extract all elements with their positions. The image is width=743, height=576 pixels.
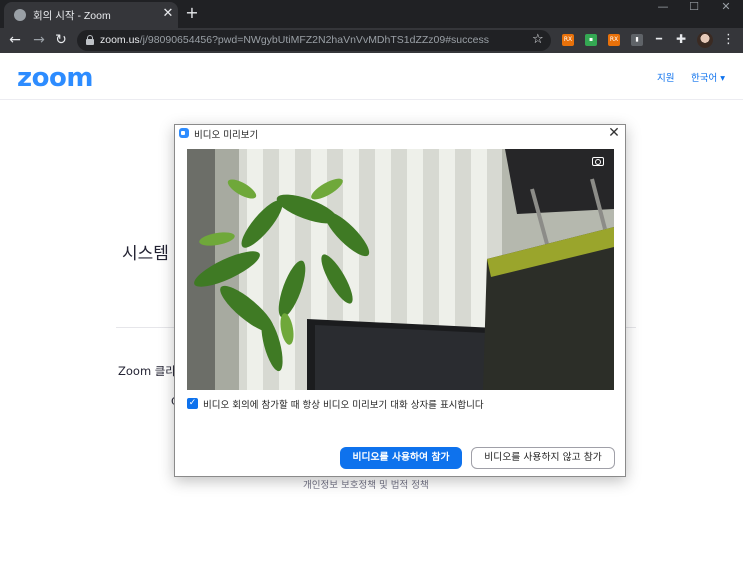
back-arrow-icon[interactable]: ←	[7, 32, 23, 48]
reload-icon[interactable]: ↻	[53, 32, 69, 48]
zoom-logo[interactable]: zoom	[17, 63, 93, 93]
tab-title: 회의 시작 - Zoom	[33, 10, 111, 22]
extensions-puzzle-icon[interactable]: ✚	[676, 32, 686, 46]
browser-tab-bar: 회의 시작 - Zoom ✕ + — ☐ ✕	[0, 0, 743, 28]
extension-rx-icon[interactable]: RX	[562, 34, 574, 46]
url-text[interactable]: zoom.us/j/98090654456?pwd=NWgybUtiMFZ2N2…	[100, 34, 489, 46]
bookmark-star-icon[interactable]: ☆	[532, 32, 544, 47]
join-with-video-button[interactable]: 비디오를 사용하여 참가	[340, 447, 462, 469]
page-text-fragment: Zoom 클라	[118, 364, 176, 378]
switch-camera-icon[interactable]	[592, 157, 604, 166]
tab-close-icon[interactable]: ✕	[160, 6, 176, 22]
video-preview-dialog: 비디오 미리보기 ✕ ✓ 비디오 회의에 참가할 때 항상 비디오 미리보기 대…	[174, 124, 626, 477]
maximize-icon[interactable]: ☐	[678, 0, 710, 16]
browser-toolbar: ← → ↻ zoom.us/j/98090654456?pwd=NWgybUti…	[0, 28, 743, 53]
camera-preview	[187, 149, 614, 390]
globe-icon	[14, 9, 26, 21]
page-heading-fragment: 시스템	[122, 244, 169, 264]
forward-arrow-icon[interactable]: →	[31, 32, 47, 48]
profile-avatar[interactable]	[697, 32, 713, 48]
minimize-icon[interactable]: —	[647, 0, 679, 16]
zoom-app-icon	[179, 128, 189, 138]
new-tab-button[interactable]: +	[184, 5, 200, 21]
lock-icon[interactable]	[86, 35, 94, 45]
privacy-footer-link[interactable]: 개인정보 보호정책 및 법적 정책	[303, 477, 429, 491]
more-menu-icon[interactable]: ⋮	[722, 32, 735, 48]
extension-gray-icon[interactable]: ▮	[631, 34, 643, 46]
extension-green-icon[interactable]: ▪	[585, 34, 597, 46]
browser-tab[interactable]: 회의 시작 - Zoom ✕	[4, 2, 178, 28]
extension-rx2-icon[interactable]: RX	[608, 34, 620, 46]
join-without-video-button[interactable]: 비디오를 사용하지 않고 참가	[471, 447, 615, 469]
window-close-icon[interactable]: ✕	[710, 0, 742, 16]
language-dropdown[interactable]: 한국어 ▾	[691, 70, 725, 84]
camera-feed-image	[187, 149, 614, 390]
checkbox-label[interactable]: 비디오 회의에 참가할 때 항상 비디오 미리보기 대화 상자를 표시합니다	[203, 397, 484, 411]
nav-support-link[interactable]: 지원	[657, 70, 674, 84]
header-divider	[0, 99, 743, 100]
dialog-close-icon[interactable]: ✕	[606, 125, 622, 141]
address-bar[interactable]: zoom.us/j/98090654456?pwd=NWgybUtiMFZ2N2…	[77, 30, 551, 51]
always-show-preview-checkbox[interactable]: ✓	[187, 398, 198, 409]
dialog-title: 비디오 미리보기	[194, 130, 259, 141]
extension-dash-icon[interactable]: ━	[653, 34, 665, 46]
